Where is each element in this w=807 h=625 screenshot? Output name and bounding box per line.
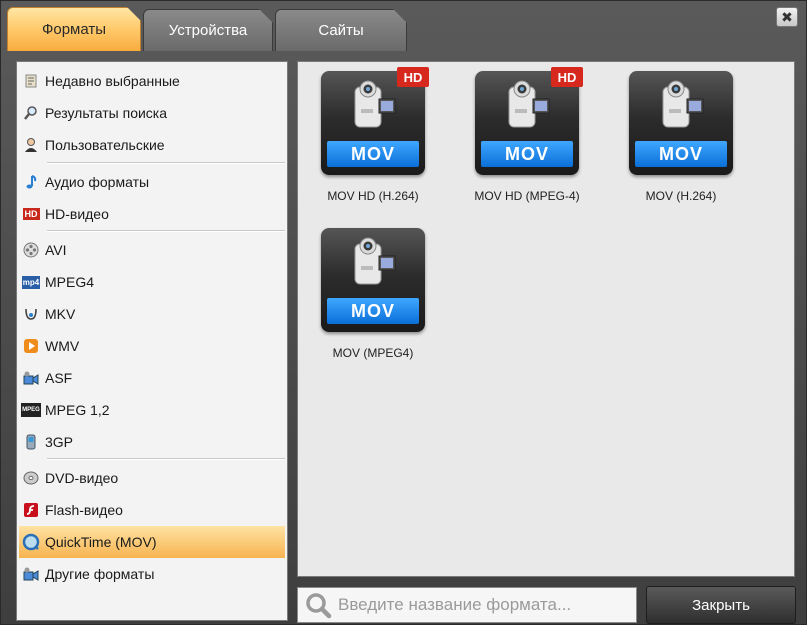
hd-badge: HD [551,67,583,87]
mkv-icon [21,304,41,324]
format-tile-mov-mpeg4[interactable]: MOV MOV (MPEG4) [308,228,438,368]
sidebar-item-label: WMV [45,338,80,354]
video-camera-icon [508,80,550,128]
sidebar-divider [47,458,285,460]
format-label: MOV (H.264) [645,189,717,203]
sidebar-item-label: DVD-видео [45,470,119,486]
format-label: MOV HD (MPEG-4) [474,189,580,203]
sidebar-item-label: Flash-видео [45,502,123,518]
sidebar-item-label: Результаты поиска [45,105,168,121]
mov-badge: MOV [327,141,419,167]
recent-icon [21,71,41,91]
sidebar-item-label: MKV [45,306,76,322]
video-camera-icon [354,80,396,128]
sidebar-item-label: QuickTime (MOV) [45,534,157,550]
sidebar-item-search-results[interactable]: Результаты поиска [19,99,285,127]
sidebar-item-quicktime[interactable]: QuickTime (MOV) [19,526,285,558]
format-tile-image: MOV [321,228,425,332]
sidebar-item-label: AVI [45,242,67,258]
sidebar-item-label: Недавно выбранные [45,73,180,89]
mpeg-icon: MPEG [21,400,41,420]
sidebar-item-mpeg12[interactable]: MPEG MPEG 1,2 [19,396,285,424]
film-reel-icon [21,240,41,260]
other-formats-icon [21,564,41,584]
format-tile-mov-hd-mpeg4[interactable]: MOV HD MOV HD (MPEG-4) [462,67,592,211]
sidebar-item-label: ASF [45,370,73,386]
video-camera-icon [662,80,704,128]
sidebar-divider [47,230,285,232]
format-selection-window: Форматы Устройства Сайты ✖ Недавно выбра… [0,0,807,625]
format-label: MOV HD (H.264) [327,189,419,203]
sidebar-item-label: 3GP [45,434,74,450]
sidebar-item-mkv[interactable]: MKV [19,300,285,328]
sidebar-item-label: HD-видео [45,206,109,222]
format-tile-mov-hd-h264[interactable]: MOV HD MOV HD (H.264) [308,67,438,211]
wmv-play-icon [21,336,41,356]
sidebar-item-avi[interactable]: AVI [19,236,285,264]
video-camera-icon [354,237,396,285]
format-search-box [297,587,637,623]
dvd-icon [21,468,41,488]
window-close-button[interactable]: ✖ [776,7,798,27]
hd-badge: HD [397,67,429,87]
asf-icon [21,368,41,388]
close-button[interactable]: Закрыть [646,586,796,624]
format-tile-image: MOV HD [321,67,429,175]
sidebar-item-label: MPEG4 [45,274,95,290]
sidebar-item-other[interactable]: Другие форматы [19,560,285,588]
tab-sites[interactable]: Сайты [275,9,407,51]
mov-badge: MOV [635,141,727,167]
music-note-icon [21,172,41,192]
tab-devices[interactable]: Устройства [143,9,273,51]
sidebar-item-flash[interactable]: Flash-видео [19,496,285,524]
format-tile-mov-h264[interactable]: MOV MOV (H.264) [616,71,746,211]
sidebar-item-asf[interactable]: ASF [19,364,285,392]
hd-icon: HD [22,208,40,220]
tab-formats[interactable]: Форматы [7,7,141,51]
sidebar-divider [47,162,285,164]
sidebar-item-3gp[interactable]: 3GP [19,428,285,456]
search-icon [21,103,41,123]
sidebar-item-custom[interactable]: Пользовательские [19,131,285,159]
sidebar-item-hd-video[interactable]: HD HD-видео [19,200,285,228]
quicktime-icon [21,532,41,552]
sidebar-item-recent[interactable]: Недавно выбранные [19,67,285,95]
mov-badge: MOV [327,298,419,324]
flash-icon [21,500,41,520]
format-grid-panel: MOV HD MOV HD (H.264) MOV HD MOV HD (MPE… [297,61,795,577]
format-category-sidebar: Недавно выбранные Результаты поиска Поль… [16,61,288,621]
search-icon [306,593,332,619]
sidebar-item-label: Пользовательские [45,137,165,153]
search-input[interactable] [338,595,628,615]
format-label: MOV (MPEG4) [332,346,414,360]
sidebar-item-label: Другие форматы [45,566,155,582]
sidebar-item-label: MPEG 1,2 [45,402,110,418]
sidebar-item-label: Аудио форматы [45,174,150,190]
sidebar-item-dvd[interactable]: DVD-видео [19,464,285,492]
phone-icon [21,432,41,452]
tab-bar: Форматы Устройства Сайты [7,7,797,51]
sidebar-item-mpeg4[interactable]: mp4 MPEG4 [19,268,285,296]
close-icon: ✖ [781,8,793,25]
sidebar-item-audio[interactable]: Аудио форматы [19,168,285,196]
mp4-icon: mp4 [21,275,41,289]
mov-badge: MOV [481,141,573,167]
format-tile-image: MOV HD [475,67,583,175]
sidebar-item-wmv[interactable]: WMV [19,332,285,360]
user-icon [21,135,41,155]
format-tile-image: MOV [629,71,733,175]
